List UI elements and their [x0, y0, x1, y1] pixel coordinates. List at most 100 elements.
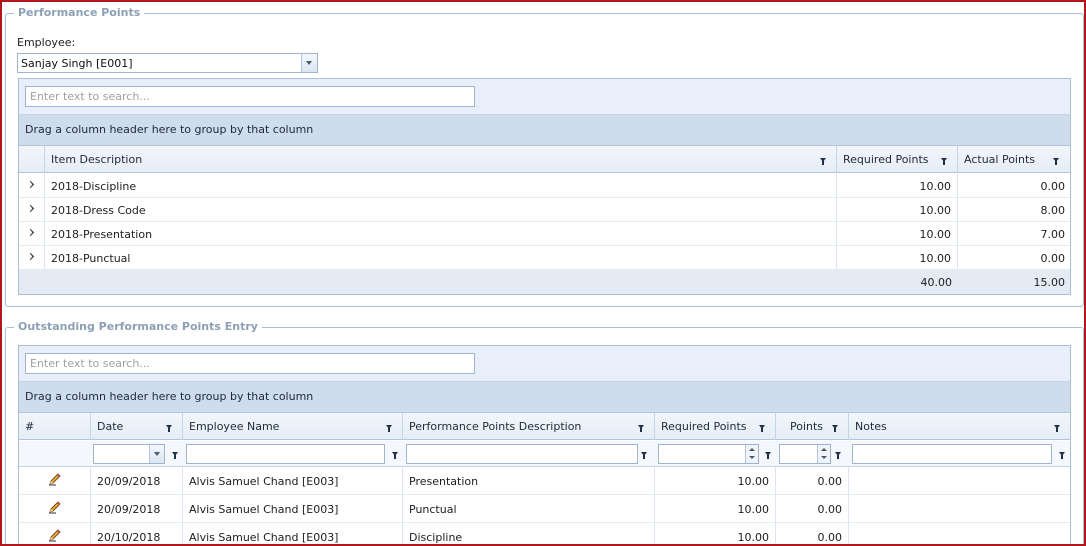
expand-column-header [19, 146, 45, 173]
expand-cell[interactable] [19, 246, 45, 269]
table-row[interactable]: 2018-Punctual 10.00 0.00 [19, 246, 1070, 270]
search-bar: Enter text to search... [19, 346, 1070, 382]
spin-down-icon[interactable] [749, 456, 755, 459]
points-spinner[interactable] [817, 445, 830, 463]
chevron-right-icon[interactable] [26, 204, 35, 213]
grid-totals-row: 40.00 15.00 [19, 270, 1070, 294]
edit-pencil-icon[interactable] [48, 472, 62, 486]
funnel-icon[interactable] [941, 158, 947, 165]
app-window: Performance Points Employee: Sanjay Sing… [0, 0, 1086, 546]
required-points-cell: 10.00 [737, 531, 770, 544]
funnel-icon[interactable] [832, 425, 838, 432]
edit-pencil-icon[interactable] [48, 500, 62, 514]
funnel-icon[interactable] [1053, 158, 1059, 165]
search-input[interactable]: Enter text to search... [25, 86, 475, 107]
column-header-points[interactable]: Points [776, 413, 849, 440]
required-points-filter-input[interactable] [658, 444, 759, 464]
search-bar: Enter text to search... [19, 79, 1070, 115]
actual-points: 8.00 [1040, 204, 1066, 217]
funnel-icon[interactable] [765, 452, 771, 459]
points-cell: 0.00 [817, 475, 843, 488]
group-by-panel[interactable]: Drag a column header here to group by th… [19, 115, 1070, 146]
points-filter-input[interactable] [779, 444, 831, 464]
group-by-hint: Drag a column header here to group by th… [25, 390, 314, 403]
employee-name-cell: Alvis Samuel Chand [E003] [189, 475, 339, 488]
column-header-actual-points[interactable]: Actual Points [958, 146, 1070, 173]
chevron-right-icon[interactable] [26, 252, 35, 261]
outstanding-entry-grid: Enter text to search... Drag a column he… [18, 345, 1071, 544]
column-header-date[interactable]: Date [91, 413, 183, 440]
group-by-hint: Drag a column header here to group by th… [25, 123, 314, 136]
employee-name-cell: Alvis Samuel Chand [E003] [189, 531, 339, 544]
spin-up-icon[interactable] [821, 448, 827, 451]
column-header-item-description[interactable]: Item Description [45, 146, 837, 173]
table-row[interactable]: 2018-Presentation 10.00 7.00 [19, 222, 1070, 246]
date-filter-input[interactable] [93, 444, 165, 464]
spin-down-icon[interactable] [821, 456, 827, 459]
chevron-right-icon[interactable] [26, 180, 35, 189]
grid-header-row: Item Description Required Points Actual … [19, 146, 1070, 173]
chevron-right-icon[interactable] [26, 228, 35, 237]
expand-cell[interactable] [19, 198, 45, 221]
required-points-spinner[interactable] [745, 445, 758, 463]
date-filter-dropdown-button[interactable] [149, 445, 164, 463]
funnel-icon[interactable] [759, 425, 765, 432]
search-input[interactable]: Enter text to search... [25, 353, 475, 374]
table-row[interactable]: 2018-Discipline 10.00 0.00 [19, 174, 1070, 198]
funnel-icon[interactable] [386, 425, 392, 432]
funnel-icon[interactable] [820, 158, 826, 165]
performance-points-grid: Enter text to search... Drag a column he… [18, 78, 1071, 295]
required-points-cell: 10.00 [737, 503, 770, 516]
column-header-required-points[interactable]: Required Points [655, 413, 776, 440]
table-row[interactable]: 20/10/2018 Alvis Samuel Chand [E003] Dis… [19, 523, 1070, 544]
group-by-panel[interactable]: Drag a column header here to group by th… [19, 382, 1070, 413]
column-header-employee-name[interactable]: Employee Name [183, 413, 403, 440]
required-points: 10.00 [919, 228, 952, 241]
notes-filter-input[interactable] [852, 444, 1052, 464]
chevron-down-icon [306, 61, 312, 65]
funnel-icon[interactable] [166, 425, 172, 432]
funnel-icon[interactable] [172, 452, 178, 459]
funnel-icon[interactable] [1059, 452, 1065, 459]
points-cell: 0.00 [817, 503, 843, 516]
item-description: 2018-Presentation [51, 228, 153, 241]
funnel-icon[interactable] [1054, 425, 1060, 432]
employee-name-filter-input[interactable] [186, 444, 385, 464]
expand-cell[interactable] [19, 174, 45, 197]
column-header-performance-points-description[interactable]: Performance Points Description [403, 413, 655, 440]
required-points: 10.00 [919, 204, 952, 217]
date-cell: 20/10/2018 [97, 531, 161, 544]
actual-points: 7.00 [1040, 228, 1066, 241]
required-points: 10.00 [919, 180, 952, 193]
table-row[interactable]: 20/09/2018 Alvis Samuel Chand [E003] Pre… [19, 467, 1070, 495]
description-filter-input[interactable] [406, 444, 638, 464]
total-actual-points: 15.00 [1033, 276, 1066, 289]
employee-dropdown-button[interactable] [301, 54, 317, 72]
funnel-icon[interactable] [835, 452, 841, 459]
total-required-points: 40.00 [920, 276, 953, 289]
column-header-number[interactable]: # [19, 413, 91, 440]
actual-points: 0.00 [1040, 180, 1066, 193]
spin-up-icon[interactable] [749, 448, 755, 451]
date-cell: 20/09/2018 [97, 503, 161, 516]
employee-name-cell: Alvis Samuel Chand [E003] [189, 503, 339, 516]
grid-filter-row [19, 441, 1070, 467]
grid-header-row: # Date Employee Name Performance Points … [19, 413, 1070, 440]
funnel-icon[interactable] [638, 425, 644, 432]
employee-select-value: Sanjay Singh [E001] [21, 57, 133, 70]
performance-points-legend: Performance Points [14, 6, 145, 20]
table-row[interactable]: 20/09/2018 Alvis Samuel Chand [E003] Pun… [19, 495, 1070, 523]
table-row[interactable]: 2018-Dress Code 10.00 8.00 [19, 198, 1070, 222]
funnel-icon[interactable] [641, 452, 647, 459]
edit-pencil-icon[interactable] [48, 528, 62, 542]
outstanding-entry-legend: Outstanding Performance Points Entry [14, 320, 262, 334]
funnel-icon[interactable] [392, 452, 398, 459]
actual-points: 0.00 [1040, 252, 1066, 265]
item-description: 2018-Discipline [51, 180, 137, 193]
employee-select[interactable]: Sanjay Singh [E001] [17, 53, 318, 73]
column-header-notes[interactable]: Notes [849, 413, 1070, 440]
column-header-required-points[interactable]: Required Points [837, 146, 958, 173]
points-cell: 0.00 [817, 531, 843, 544]
expand-cell[interactable] [19, 222, 45, 245]
description-cell: Punctual [409, 503, 457, 516]
